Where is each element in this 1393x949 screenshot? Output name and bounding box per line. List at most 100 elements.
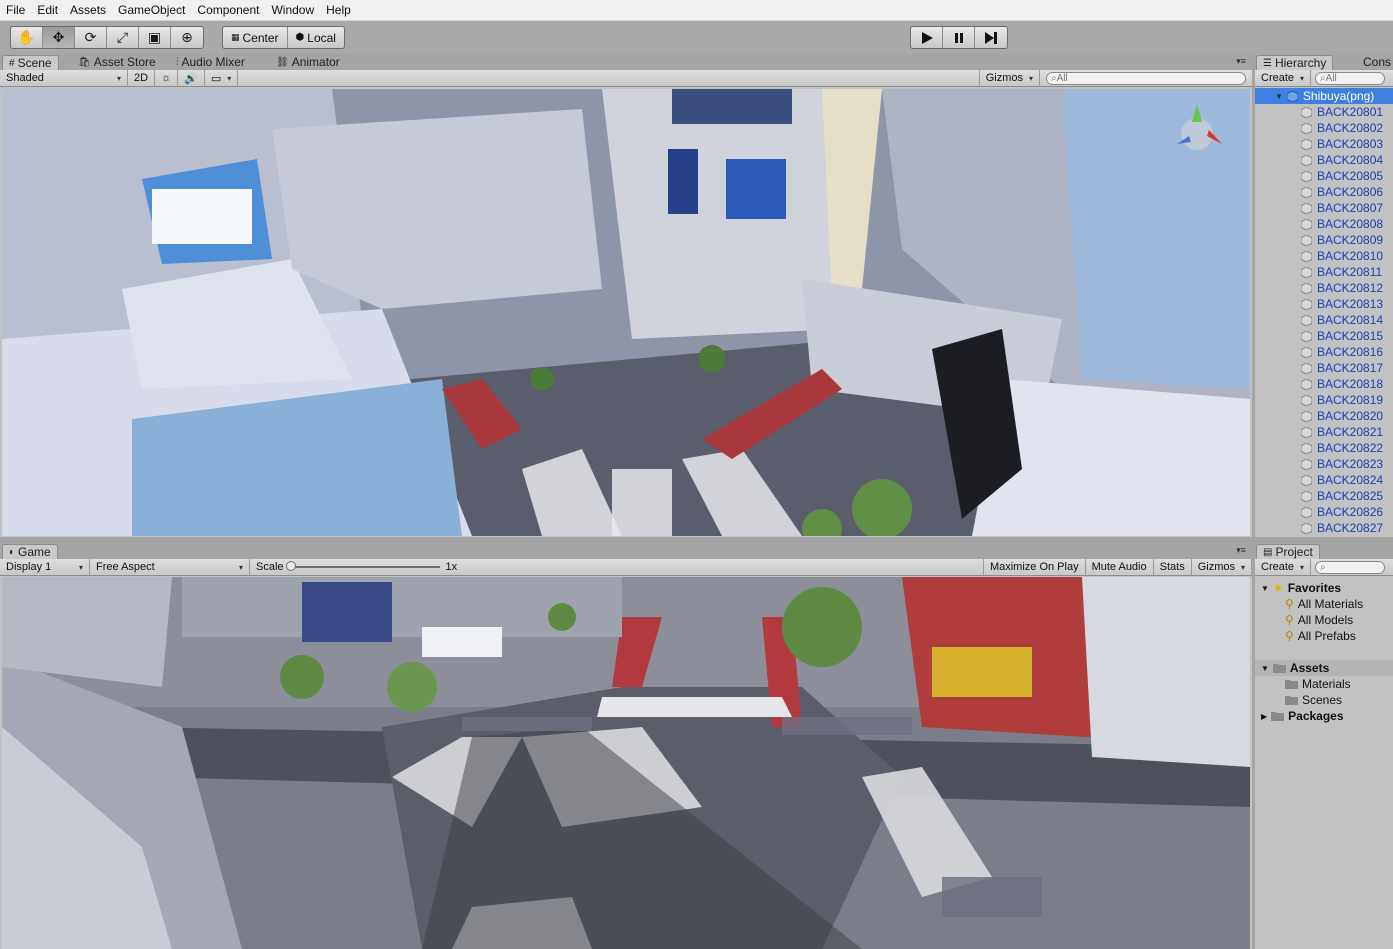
tab-audio-mixer-label: Audio Mixer	[181, 55, 245, 69]
scene-viewport[interactable]	[2, 89, 1250, 536]
hierarchy-item[interactable]: BACK20824	[1255, 472, 1393, 488]
hierarchy-item[interactable]: BACK20801	[1255, 104, 1393, 120]
pivot-local-button[interactable]: ⬢ Local	[288, 27, 344, 48]
tab-hierarchy[interactable]: ☰ Hierarchy	[1256, 55, 1334, 70]
hierarchy-item[interactable]: BACK20818	[1255, 376, 1393, 392]
hierarchy-item-label: BACK20815	[1317, 329, 1384, 343]
hierarchy-item-label: BACK20805	[1317, 169, 1384, 183]
play-button[interactable]	[911, 27, 943, 48]
game-gizmos-dropdown[interactable]: Gizmos	[1192, 558, 1252, 576]
hierarchy-item[interactable]: BACK20821	[1255, 424, 1393, 440]
tab-scene[interactable]: # Scene	[2, 55, 59, 70]
hierarchy-root-item[interactable]: ▼ Shibuya(png)	[1255, 88, 1393, 104]
effects-dropdown[interactable]: ▭	[205, 69, 239, 87]
hierarchy-item[interactable]: BACK20817	[1255, 360, 1393, 376]
audio-mixer-icon: ⫶	[176, 57, 179, 68]
hierarchy-item-label: BACK20824	[1317, 473, 1384, 487]
menu-help[interactable]: Help	[320, 0, 357, 21]
favorite-item[interactable]: ⚲ All Models	[1255, 612, 1393, 628]
hierarchy-item[interactable]: BACK20803	[1255, 136, 1393, 152]
hierarchy-item[interactable]: BACK20808	[1255, 216, 1393, 232]
hierarchy-item[interactable]: BACK20826	[1255, 504, 1393, 520]
panel-menu-icon[interactable]: ▾≡	[1236, 56, 1246, 67]
menu-file[interactable]: File	[0, 0, 31, 21]
tab-animator[interactable]: ⛓ Animator	[270, 55, 346, 70]
hierarchy-item[interactable]: BACK20816	[1255, 344, 1393, 360]
project-create-dropdown[interactable]: Create	[1255, 558, 1312, 576]
transform-tool-button[interactable]: ⊕	[171, 27, 203, 48]
rotate-tool-button[interactable]: ⟳	[75, 27, 107, 48]
scale-slider[interactable]	[285, 561, 440, 571]
tab-game[interactable]: ◐ Game	[2, 544, 58, 559]
pause-button[interactable]	[943, 27, 975, 48]
hierarchy-item[interactable]: BACK20815	[1255, 328, 1393, 344]
scale-tool-button[interactable]: ⤢	[107, 27, 139, 48]
audio-toggle[interactable]: 🔊	[178, 69, 205, 87]
packages-section[interactable]: ▶ Packages	[1255, 708, 1393, 724]
assets-section[interactable]: ▼ Assets	[1255, 660, 1393, 676]
display-dropdown[interactable]: Display 1	[0, 558, 90, 576]
favorite-item[interactable]: ⚲ All Prefabs	[1255, 628, 1393, 644]
hierarchy-item[interactable]: BACK20809	[1255, 232, 1393, 248]
game-render	[2, 577, 1250, 949]
favorites-section[interactable]: ▼ ★ Favorites	[1255, 580, 1393, 596]
local-space-icon: ⬢	[295, 32, 305, 43]
stats-toggle[interactable]: Stats	[1154, 558, 1192, 576]
tab-console[interactable]: Cons	[1355, 55, 1393, 70]
tab-console-label: Cons	[1363, 55, 1392, 69]
scene-gizmos-dropdown[interactable]: Gizmos	[978, 69, 1040, 87]
hierarchy-item[interactable]: BACK20813	[1255, 296, 1393, 312]
search-filter-icon: ⚲	[1285, 629, 1294, 643]
asset-folder-item[interactable]: Scenes	[1255, 692, 1393, 708]
pivot-center-button[interactable]: ▦ Center	[223, 27, 288, 48]
game-viewport[interactable]	[2, 577, 1250, 949]
scale-slider-handle[interactable]	[285, 561, 296, 571]
asset-folder-item[interactable]: Materials	[1255, 676, 1393, 692]
hierarchy-item[interactable]: BACK20812	[1255, 280, 1393, 296]
scene-render	[2, 89, 1250, 536]
hierarchy-item[interactable]: BACK20804	[1255, 152, 1393, 168]
game-panel-menu-icon[interactable]: ▾≡	[1236, 545, 1246, 556]
hierarchy-item[interactable]: BACK20814	[1255, 312, 1393, 328]
hierarchy-item[interactable]: BACK20825	[1255, 488, 1393, 504]
hierarchy-item[interactable]: BACK20802	[1255, 120, 1393, 136]
tab-project[interactable]: ▤ Project	[1256, 544, 1320, 559]
hierarchy-item[interactable]: BACK20827	[1255, 520, 1393, 536]
hierarchy-item[interactable]: BACK20810	[1255, 248, 1393, 264]
menu-gameobject[interactable]: GameObject	[112, 0, 191, 21]
hierarchy-create-dropdown[interactable]: Create	[1255, 69, 1312, 87]
hierarchy-item[interactable]: BACK20823	[1255, 456, 1393, 472]
shading-dropdown[interactable]: Shaded	[0, 69, 128, 87]
favorite-item-label: All Prefabs	[1297, 629, 1356, 643]
prefab-cube-icon	[1301, 314, 1312, 326]
2d-toggle[interactable]: 2D	[128, 69, 156, 87]
move-tool-button[interactable]: ✥	[43, 27, 75, 48]
hierarchy-item[interactable]: BACK20806	[1255, 184, 1393, 200]
favorite-item[interactable]: ⚲ All Materials	[1255, 596, 1393, 612]
menu-component[interactable]: Component	[191, 0, 265, 21]
menu-window[interactable]: Window	[265, 0, 320, 21]
hand-tool-button[interactable]: ✋	[11, 27, 43, 48]
step-icon	[985, 31, 997, 44]
hierarchy-item[interactable]: BACK20805	[1255, 168, 1393, 184]
favorite-item-label: All Materials	[1297, 597, 1364, 611]
hierarchy-item[interactable]: BACK20811	[1255, 264, 1393, 280]
rect-tool-button[interactable]: ▣	[139, 27, 171, 48]
step-button[interactable]	[975, 27, 1007, 48]
maximize-on-play-toggle[interactable]: Maximize On Play	[982, 558, 1086, 576]
menu-edit[interactable]: Edit	[31, 0, 64, 21]
scene-search-input[interactable]: ⌕ All	[1046, 71, 1246, 85]
project-search-input[interactable]: ⌕	[1315, 560, 1386, 574]
hierarchy-item[interactable]: BACK20819	[1255, 392, 1393, 408]
aspect-dropdown[interactable]: Free Aspect	[90, 558, 250, 576]
menu-assets[interactable]: Assets	[64, 0, 112, 21]
hierarchy-item[interactable]: BACK20822	[1255, 440, 1393, 456]
hierarchy-item[interactable]: BACK20807	[1255, 200, 1393, 216]
hierarchy-item-label: BACK20808	[1317, 217, 1384, 231]
tab-asset-store[interactable]: 🛍 Asset Store	[72, 55, 162, 70]
lighting-toggle[interactable]: ☼	[155, 69, 179, 87]
tab-audio-mixer[interactable]: ⫶ Audio Mixer	[170, 55, 251, 70]
hierarchy-item[interactable]: BACK20820	[1255, 408, 1393, 424]
hierarchy-search-input[interactable]: ⌕ All	[1315, 71, 1386, 85]
mute-audio-toggle[interactable]: Mute Audio	[1086, 558, 1154, 576]
